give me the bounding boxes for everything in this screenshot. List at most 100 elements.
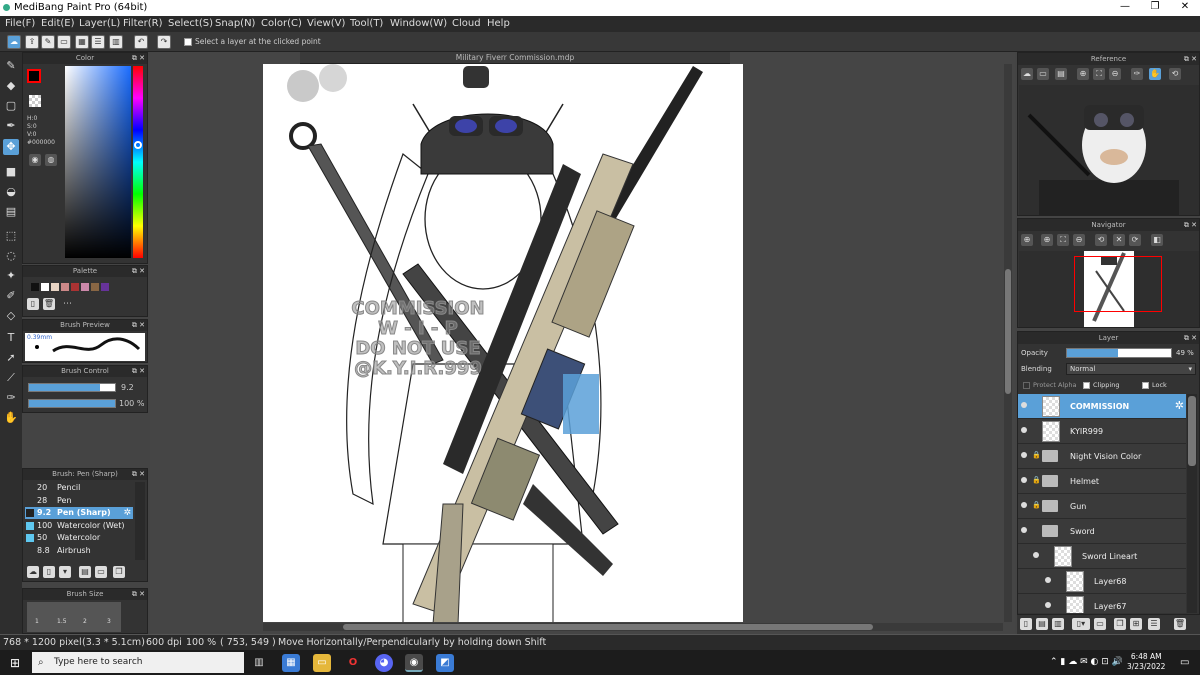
brush-item[interactable]: 28 Pen xyxy=(25,495,133,507)
layer-scroll-thumb[interactable] xyxy=(1188,396,1196,466)
menu-color[interactable]: Color(C) xyxy=(261,18,302,29)
palette-swatch[interactable] xyxy=(91,283,99,291)
move-tool-icon[interactable]: ✥ xyxy=(3,139,19,155)
windows-start-icon[interactable]: ⊞ xyxy=(6,654,24,672)
brush-cloud-icon[interactable]: ☁ xyxy=(27,566,39,578)
eye-icon[interactable] xyxy=(1021,427,1027,433)
lock-checkbox[interactable] xyxy=(1142,382,1149,389)
magic-wand-icon[interactable]: ✦ xyxy=(3,268,19,284)
document-tab[interactable]: Military Fiverr Commission.mdp xyxy=(300,52,730,64)
horizontal-scrollbar[interactable] xyxy=(263,623,1003,631)
add-layer-menu-icon[interactable]: ▯▾ xyxy=(1072,618,1090,630)
clipping-checkbox[interactable] xyxy=(1083,382,1090,389)
close-icon[interactable]: ⧉ ✕ xyxy=(132,320,145,331)
close-icon[interactable]: ⧉ ✕ xyxy=(1184,332,1197,344)
horizontal-scroll-thumb[interactable] xyxy=(343,624,873,630)
brush-item[interactable]: 8.8 Airbrush xyxy=(25,545,133,557)
layer-row[interactable]: 🔒 Night Vision Color xyxy=(1018,444,1186,469)
palette-swatch[interactable] xyxy=(81,283,89,291)
rotate-right-icon[interactable]: ⟳ xyxy=(1129,234,1141,246)
hand-tool-icon[interactable]: ✋ xyxy=(3,410,19,426)
eye-icon[interactable] xyxy=(1045,602,1051,608)
menu-view[interactable]: View(V) xyxy=(307,18,345,29)
file-explorer-icon[interactable]: ▭ xyxy=(313,654,331,672)
brush-item[interactable]: 20 Pencil xyxy=(25,482,133,494)
trash-icon[interactable]: 🗑 xyxy=(43,298,55,310)
eye-icon[interactable] xyxy=(1021,452,1027,458)
menu-filter[interactable]: Filter(R) xyxy=(123,18,163,29)
bucket-tool-icon[interactable]: ◒ xyxy=(3,184,19,200)
size-preset[interactable]: 1.5 xyxy=(57,618,67,625)
size-preset[interactable]: 1 xyxy=(35,618,39,625)
select-pen-icon[interactable]: ✐ xyxy=(3,288,19,304)
saturation-value-picker[interactable] xyxy=(65,66,131,258)
undo-icon[interactable]: ↶ xyxy=(134,35,148,49)
palette-swatch[interactable] xyxy=(41,283,49,291)
restore-button[interactable]: ❐ xyxy=(1140,1,1170,12)
palette-swatch[interactable] xyxy=(51,283,59,291)
eyedropper-icon[interactable]: ✑ xyxy=(1131,68,1143,80)
zoom-in-icon[interactable]: ⊕ xyxy=(1041,234,1053,246)
navigator-viewport[interactable] xyxy=(1074,256,1162,312)
menu-snap[interactable]: Snap(N) xyxy=(215,18,255,29)
brush-size-slider[interactable] xyxy=(28,383,116,392)
blending-select[interactable]: Normal ▾ xyxy=(1066,363,1196,375)
comment-icon[interactable]: ✎ xyxy=(41,35,55,49)
layer-row[interactable]: Sword xyxy=(1018,519,1186,544)
menu-select[interactable]: Select(S) xyxy=(168,18,213,29)
select-eraser-icon[interactable]: ◇ xyxy=(3,308,19,324)
layer-row[interactable]: Sword Lineart xyxy=(1018,544,1186,569)
panel-icon[interactable]: ▥ xyxy=(109,35,123,49)
close-icon[interactable]: ⧉ ✕ xyxy=(132,366,145,377)
size-preset[interactable]: 2 xyxy=(83,618,87,625)
fit-icon[interactable]: ⛶ xyxy=(1093,68,1105,80)
hue-slider[interactable] xyxy=(133,66,143,258)
hue-handle[interactable] xyxy=(134,141,142,149)
layer-settings-icon[interactable]: ☰ xyxy=(1148,618,1160,630)
menu-tool[interactable]: Tool(T) xyxy=(350,18,383,29)
menu-file[interactable]: File(F) xyxy=(5,18,35,29)
canvas-area[interactable]: Military Fiverr Commission.mdp COMMISSIO… xyxy=(150,52,1015,634)
layer-row[interactable]: Layer68 xyxy=(1018,569,1186,594)
minimize-button[interactable]: — xyxy=(1110,1,1140,12)
brush-settings-icon[interactable]: ▤ xyxy=(79,566,91,578)
brush-item[interactable]: 100 Watercolor (Wet) xyxy=(25,520,133,532)
zoom-out-icon[interactable]: ⊖ xyxy=(1073,234,1085,246)
palette-swatch[interactable] xyxy=(101,283,109,291)
size-preset[interactable]: 3 xyxy=(107,618,111,625)
grid-icon[interactable]: ▦ xyxy=(75,35,89,49)
eraser-tool-icon[interactable]: ◆ xyxy=(3,78,19,94)
palette-swatch[interactable] xyxy=(31,283,39,291)
close-icon[interactable]: ⧉ ✕ xyxy=(132,469,145,480)
system-tray-icons[interactable]: ⌃ ▮ ☁ ✉ ◐ ⊡ 🔊 xyxy=(1050,657,1123,667)
reference-cloud-icon[interactable]: ☁ xyxy=(1021,68,1033,80)
select-tool-icon[interactable]: ⬚ xyxy=(3,228,19,244)
layer-row[interactable]: 🔒 Gun xyxy=(1018,494,1186,519)
color-set-icon[interactable]: ◍ xyxy=(45,154,57,166)
upload-icon[interactable]: ⇪ xyxy=(25,35,39,49)
eye-icon[interactable] xyxy=(1021,527,1027,533)
duplicate-layer-icon[interactable]: ❐ xyxy=(1114,618,1126,630)
eye-icon[interactable] xyxy=(1033,552,1039,558)
zoom-out-icon[interactable]: ⊖ xyxy=(1109,68,1121,80)
reference-image[interactable] xyxy=(1019,85,1199,215)
new-brush-icon[interactable]: ▯ xyxy=(43,566,55,578)
chrome-icon[interactable]: ◉ xyxy=(405,654,423,672)
new-folder-icon[interactable]: ▭ xyxy=(1094,618,1106,630)
close-icon[interactable]: ⧉ ✕ xyxy=(1184,53,1197,65)
brush-opacity-slider[interactable] xyxy=(28,399,116,408)
palette-swatch[interactable] xyxy=(71,283,79,291)
lasso-tool-icon[interactable]: ◌ xyxy=(3,248,19,264)
color-wheel-icon[interactable]: ◉ xyxy=(29,154,41,166)
brush-folder-icon[interactable]: ▭ xyxy=(95,566,107,578)
speech-icon[interactable]: ▭ xyxy=(57,35,71,49)
trash-icon[interactable]: 🗑 xyxy=(1174,618,1186,630)
list-icon[interactable]: ☰ xyxy=(91,35,105,49)
zoom-in-icon[interactable]: ⊕ xyxy=(1077,68,1089,80)
menu-edit[interactable]: Edit(E) xyxy=(41,18,75,29)
brush-item[interactable]: 9.2 Pen (Sharp) ✲ xyxy=(25,507,133,519)
fit-icon[interactable]: ⛶ xyxy=(1057,234,1069,246)
notifications-icon[interactable]: ▭ xyxy=(1180,657,1189,668)
medibang-icon[interactable]: ◩ xyxy=(436,654,454,672)
taskbar-search[interactable]: ⌕ Type here to search xyxy=(32,652,244,673)
